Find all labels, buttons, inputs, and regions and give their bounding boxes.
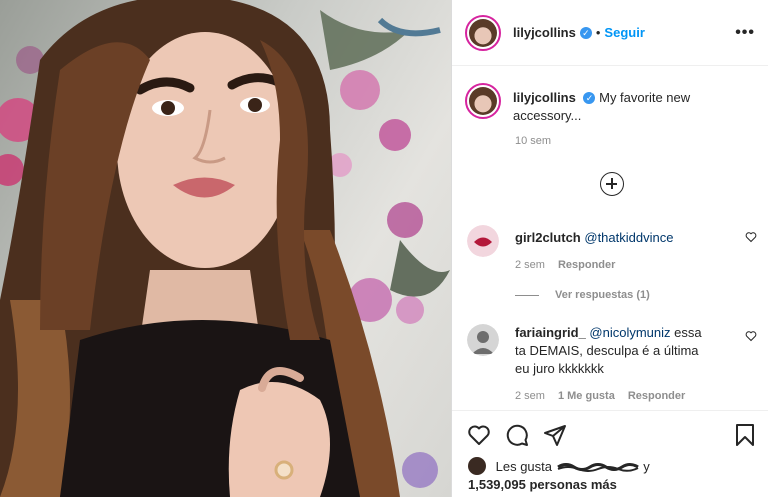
- share-paper-plane-icon[interactable]: [543, 423, 567, 447]
- redaction-scribble: [556, 463, 639, 472]
- comment-meta: 2 sem Responder: [515, 259, 757, 271]
- verified-badge-icon: ✓: [579, 26, 592, 39]
- likes-suffix: y: [643, 459, 650, 474]
- username-link[interactable]: lilyjcollins: [513, 25, 576, 40]
- like-comment-heart-icon[interactable]: [745, 231, 757, 243]
- caption-username[interactable]: lilyjcollins: [513, 90, 576, 105]
- avatar[interactable]: [465, 14, 501, 51]
- comment-mention[interactable]: @nicolymuniz: [589, 325, 670, 340]
- likes-summary: Les gusta y 1,539,095 personas más: [468, 457, 650, 494]
- liker-avatar[interactable]: [468, 457, 486, 475]
- more-options-icon[interactable]: •••: [735, 24, 755, 42]
- caption-text: lilyjcollins ✓ My favorite new accessory…: [513, 89, 743, 125]
- comment-avatar[interactable]: [467, 225, 499, 257]
- like-heart-icon[interactable]: [467, 423, 491, 447]
- view-replies-label: Ver respuestas (1): [555, 289, 650, 301]
- comment-time[interactable]: 2 sem: [515, 259, 545, 271]
- reply-button[interactable]: Responder: [628, 390, 685, 402]
- likes-prefix: Les gusta: [495, 459, 552, 474]
- photo-illustration: [0, 0, 450, 497]
- comment-time[interactable]: 2 sem: [515, 390, 545, 402]
- action-bar: Les gusta y 1,539,095 personas más: [452, 410, 768, 497]
- follow-button[interactable]: Seguir: [604, 25, 644, 40]
- lips-avatar-image: [467, 225, 499, 257]
- post-photo[interactable]: [0, 0, 451, 497]
- caption-avatar[interactable]: [465, 83, 501, 119]
- avatar-image: [469, 87, 497, 115]
- likes-count[interactable]: 1,539,095 personas más: [468, 477, 617, 492]
- comment-mention[interactable]: @thatkiddvince: [584, 230, 673, 245]
- post-header: lilyjcollins ✓ • Seguir •••: [452, 0, 768, 66]
- comment-username[interactable]: girl2clutch: [515, 230, 581, 245]
- post-side-panel: lilyjcollins ✓ • Seguir ••• lilyjcollins…: [451, 0, 768, 497]
- avatar-image: [469, 18, 497, 47]
- comment-item: fariaingrid_ @nicolymuniz essa ta DEMAIS…: [467, 324, 757, 402]
- comment-meta: 2 sem 1 Me gusta Responder: [515, 390, 757, 402]
- caption-time[interactable]: 10 sem: [515, 135, 755, 147]
- user-avatar-image: [467, 324, 499, 356]
- save-bookmark-icon[interactable]: [735, 423, 755, 447]
- comment-bubble-icon[interactable]: [505, 423, 529, 447]
- comment-item: girl2clutch @thatkiddvince 2 sem Respond…: [467, 225, 757, 271]
- like-comment-heart-icon[interactable]: [745, 330, 757, 342]
- verified-badge-icon: ✓: [583, 92, 596, 104]
- comment-avatar[interactable]: [467, 324, 499, 356]
- load-more-comments-icon[interactable]: [600, 172, 624, 196]
- separator-dot: •: [595, 25, 601, 40]
- comment-username[interactable]: fariaingrid_: [515, 325, 586, 340]
- reply-button[interactable]: Responder: [558, 259, 615, 271]
- caption: lilyjcollins ✓ My favorite new accessory…: [465, 83, 755, 147]
- replies-divider: [515, 294, 539, 296]
- view-replies-button[interactable]: Ver respuestas (1): [515, 289, 650, 301]
- comment-likes[interactable]: 1 Me gusta: [558, 390, 615, 402]
